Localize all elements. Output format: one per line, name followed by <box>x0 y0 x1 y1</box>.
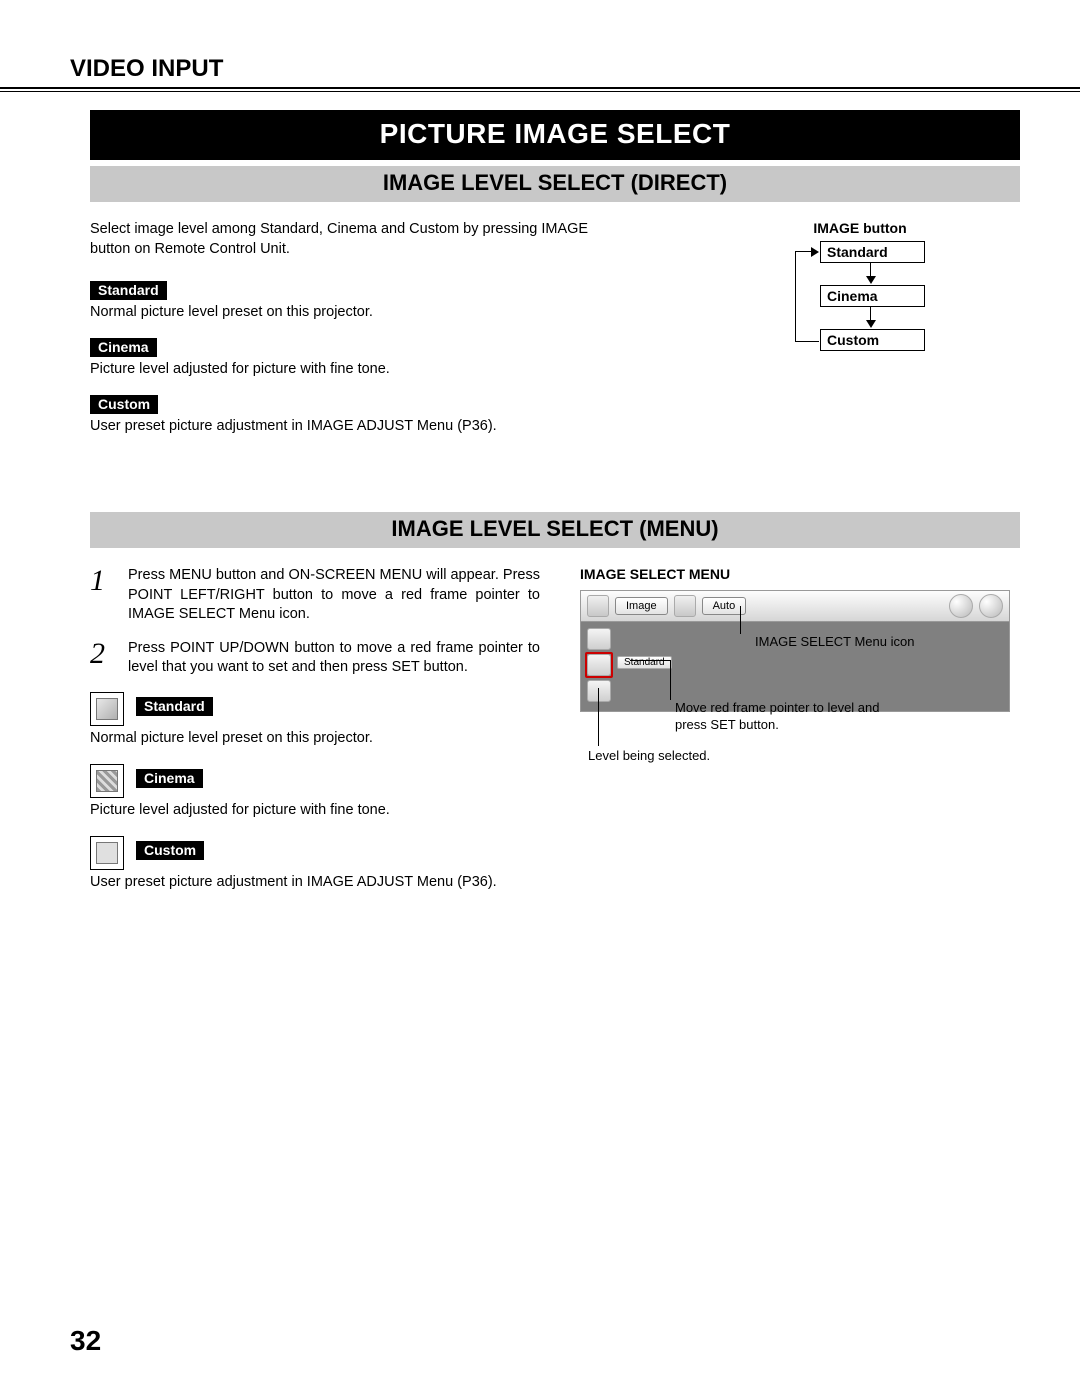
arrow-line <box>870 263 871 277</box>
desc-standard: Normal picture level preset on this proj… <box>90 304 660 320</box>
menu-tab-image: Image <box>615 597 668 615</box>
desc-cinema-menu: Picture level adjusted for picture with … <box>90 802 540 818</box>
callout-pointer-text: Move red frame pointer to level and pres… <box>675 700 905 734</box>
menu-heading: IMAGE LEVEL SELECT (MENU) <box>90 512 1020 548</box>
return-line <box>795 341 819 342</box>
arrow-line <box>870 307 871 321</box>
direct-intro: Select image level among Standard, Cinem… <box>90 220 630 259</box>
page-banner: PICTURE IMAGE SELECT <box>90 110 1020 160</box>
chip-custom-menu: Custom <box>136 841 204 860</box>
menu-round-icon <box>949 594 973 618</box>
cycle-box-standard: Standard <box>820 241 925 263</box>
arrow-down-icon <box>866 320 876 328</box>
menu-round-icon <box>979 594 1003 618</box>
cycle-box-custom: Custom <box>820 329 925 351</box>
desc-custom: User preset picture adjustment in IMAGE … <box>90 418 660 434</box>
cycle-diagram: Standard Cinema Custom <box>765 241 955 361</box>
menu-icon <box>587 595 609 617</box>
side-icon <box>587 680 611 702</box>
arrow-right-icon <box>811 247 819 257</box>
chip-custom: Custom <box>90 395 158 414</box>
callout-line <box>598 688 599 746</box>
arrow-down-icon <box>866 276 876 284</box>
chip-cinema: Cinema <box>90 338 157 357</box>
direct-heading: IMAGE LEVEL SELECT (DIRECT) <box>90 166 1020 202</box>
cycle-box-cinema: Cinema <box>820 285 925 307</box>
screenshot-title: IMAGE SELECT MENU <box>580 566 1020 582</box>
diagram-title: IMAGE button <box>700 220 1020 236</box>
red-frame-pointer <box>585 652 613 678</box>
section-header: VIDEO INPUT <box>70 55 1020 87</box>
side-icon <box>587 628 611 650</box>
menu-bar: Image Auto <box>580 590 1010 622</box>
desc-custom-menu: User preset picture adjustment in IMAGE … <box>90 874 540 890</box>
custom-icon <box>90 836 124 870</box>
callout-line <box>670 660 671 700</box>
page-number: 32 <box>70 1325 101 1357</box>
step-number: 1 <box>90 566 112 625</box>
step-number: 2 <box>90 639 112 678</box>
step-text: Press MENU button and ON-SCREEN MENU wil… <box>128 566 540 625</box>
menu-icon <box>674 595 696 617</box>
standard-icon <box>90 692 124 726</box>
menu-screenshot: Image Auto Standard IMAGE SELECT Menu ic… <box>580 590 1010 712</box>
header-rule <box>0 87 1080 92</box>
return-line <box>795 251 796 341</box>
callout-line <box>740 606 741 634</box>
mini-label-standard: Standard <box>617 656 672 669</box>
desc-cinema: Picture level adjusted for picture with … <box>90 361 660 377</box>
desc-standard-menu: Normal picture level preset on this proj… <box>90 730 540 746</box>
step-text: Press POINT UP/DOWN button to move a red… <box>128 639 540 678</box>
chip-cinema-menu: Cinema <box>136 769 203 788</box>
callout-icon-text: IMAGE SELECT Menu icon <box>755 634 915 651</box>
callout-line <box>630 660 670 661</box>
cinema-icon <box>90 764 124 798</box>
chip-standard-menu: Standard <box>136 697 213 716</box>
callout-selected-text: Level being selected. <box>588 748 788 765</box>
chip-standard: Standard <box>90 281 167 300</box>
